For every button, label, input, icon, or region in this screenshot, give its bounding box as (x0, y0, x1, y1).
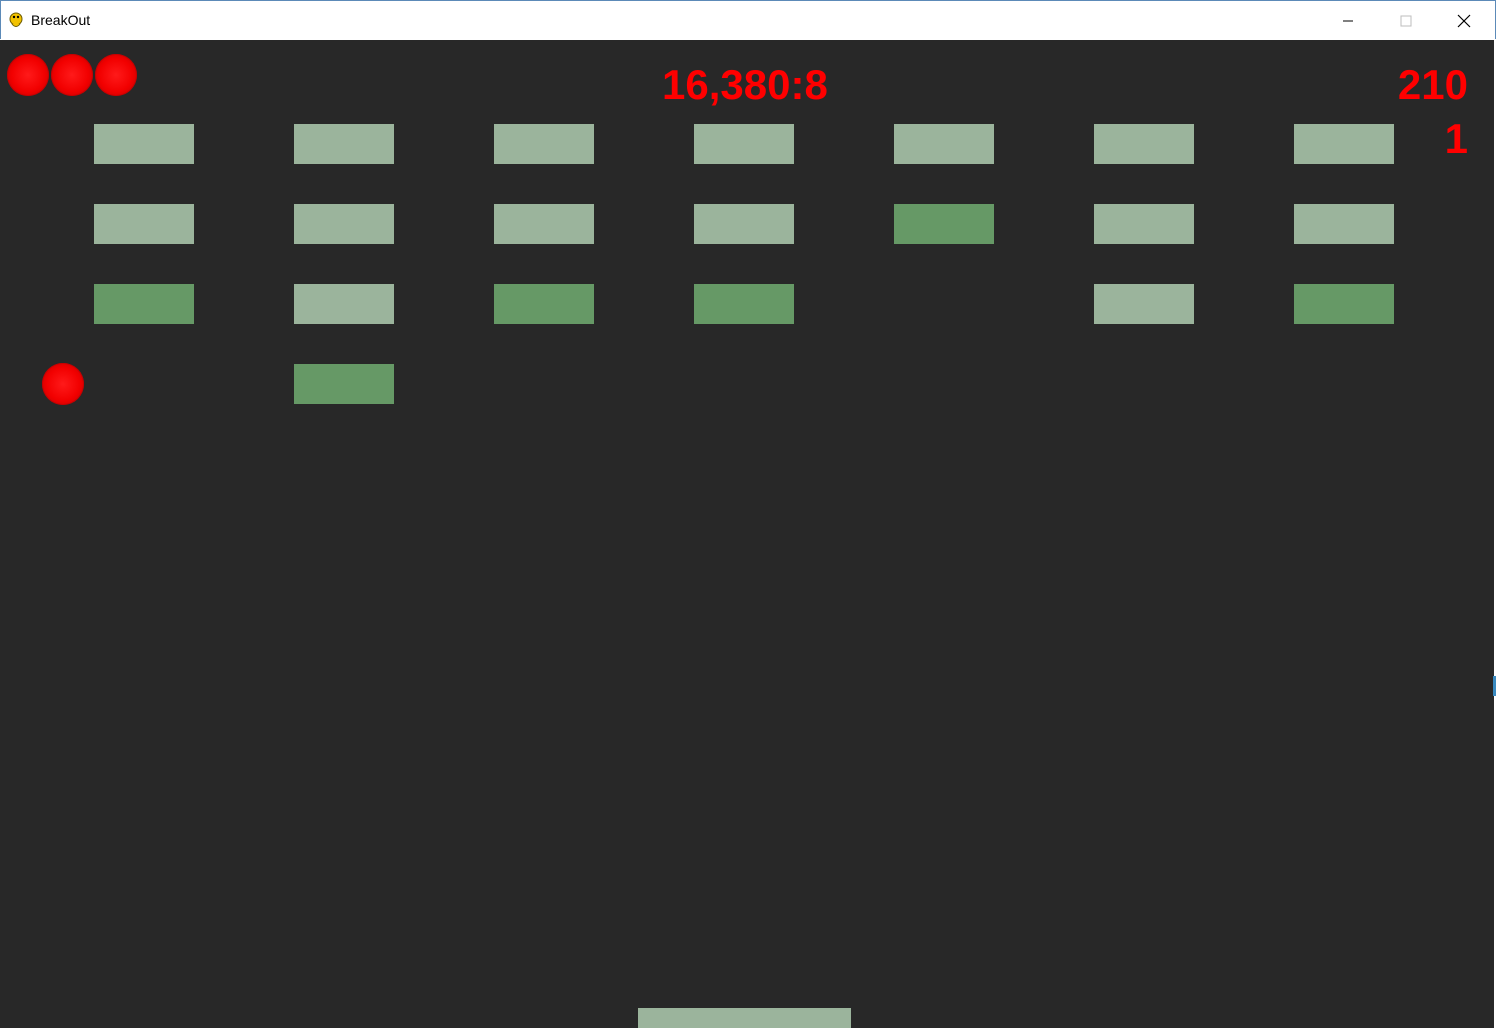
minimize-icon (1343, 20, 1353, 21)
brick-light (294, 284, 394, 324)
ball (42, 363, 84, 405)
brick-light (1294, 204, 1394, 244)
game-canvas[interactable]: 16,380:8 210 1 (0, 40, 1494, 1028)
brick-dark (94, 284, 194, 324)
brick-light (94, 204, 194, 244)
title-bar[interactable]: BreakOut (0, 0, 1496, 39)
brick-light (694, 204, 794, 244)
brick-dark (694, 284, 794, 324)
brick-light (1094, 204, 1194, 244)
python-snake-icon (9, 12, 23, 27)
brick-light (294, 124, 394, 164)
brick-light (1294, 124, 1394, 164)
game-window: BreakOut 16,380:8 210 1 (0, 0, 1496, 1028)
center-readout: 16,380:8 (662, 61, 828, 108)
close-icon (1457, 14, 1471, 27)
brick-dark (294, 364, 394, 404)
brick-dark (894, 204, 994, 244)
life-ball (51, 54, 93, 96)
maximize-button[interactable] (1377, 2, 1435, 39)
brick-light (494, 204, 594, 244)
brick-light (694, 124, 794, 164)
window-title: BreakOut (31, 12, 91, 28)
maximize-icon (1400, 15, 1412, 26)
brick-dark (494, 284, 594, 324)
close-button[interactable] (1435, 2, 1493, 39)
score-display: 210 (1397, 61, 1468, 108)
paddle[interactable] (638, 1008, 851, 1028)
brick-dark (1294, 284, 1394, 324)
brick-light (94, 124, 194, 164)
brick-light (294, 204, 394, 244)
brick-light (494, 124, 594, 164)
minimize-button[interactable] (1319, 2, 1377, 39)
level-display: 1 (1444, 115, 1468, 162)
brick-light (894, 124, 994, 164)
life-ball (7, 54, 49, 96)
life-ball (95, 54, 137, 96)
brick-light (1094, 124, 1194, 164)
brick-light (1094, 284, 1194, 324)
